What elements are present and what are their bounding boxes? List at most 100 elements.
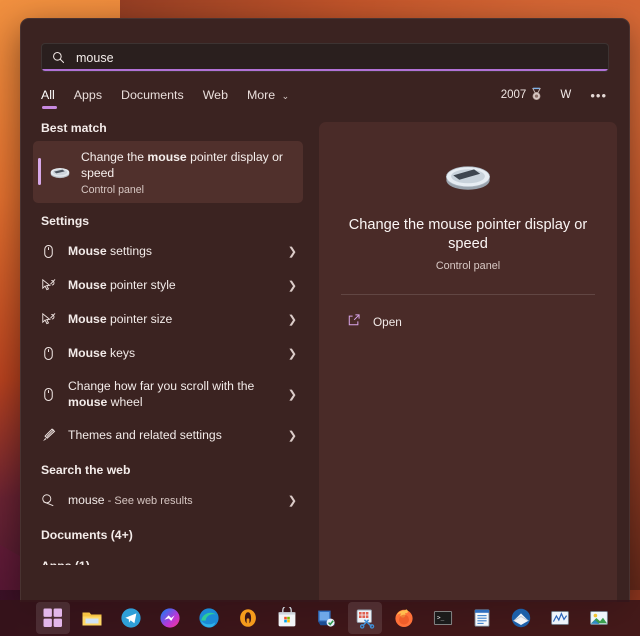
photos-icon: [588, 607, 610, 629]
result-label-rest: pointer style: [107, 278, 176, 292]
result-mouse-keys[interactable]: Mouse keys ❯: [21, 336, 311, 370]
result-mouse-wheel-scroll[interactable]: Change how far you scroll with the mouse…: [21, 370, 311, 418]
open-external-icon: [347, 313, 361, 330]
result-label-bold: Mouse: [68, 312, 107, 326]
chevron-down-icon: ⌄: [282, 91, 290, 101]
tab-web[interactable]: Web: [203, 88, 228, 109]
tab-more[interactable]: More ⌄: [247, 88, 289, 109]
documents-heading: Documents (4+): [21, 517, 311, 548]
best-match-subtitle: Control panel: [81, 184, 286, 196]
opera-gx-button[interactable]: [231, 602, 265, 634]
mail-icon: [510, 607, 532, 629]
remote-desktop-button[interactable]: [309, 602, 343, 634]
firefox-icon: [393, 607, 415, 629]
search-focus-underline: [42, 69, 608, 71]
terminal-button[interactable]: >_: [426, 602, 460, 634]
messenger-button[interactable]: [153, 602, 187, 634]
chevron-right-icon: ❯: [288, 245, 297, 258]
chevron-right-icon: ❯: [288, 279, 297, 292]
result-label: Mouse pointer style: [65, 277, 288, 293]
account-avatar[interactable]: W: [556, 86, 575, 105]
tab-apps[interactable]: Apps: [74, 88, 102, 109]
preview-subtitle: Control panel: [339, 260, 597, 272]
results-column: Best match Change the mouse pointer disp…: [21, 110, 311, 602]
firefox-button[interactable]: [387, 602, 421, 634]
avatar-initial: W: [560, 89, 571, 101]
preview-title: Change the mouse pointer display or spee…: [339, 216, 597, 254]
brush-icon: [41, 428, 65, 443]
search-box[interactable]: [41, 43, 609, 72]
search-the-web-heading: Search the web: [21, 452, 311, 483]
tab-more-label: More: [247, 88, 275, 102]
search-results-body: Best match Change the mouse pointer disp…: [21, 110, 629, 602]
tab-web-label: Web: [203, 88, 228, 102]
rewards-points-value: 2007: [501, 89, 527, 101]
result-label: Mouse settings: [65, 243, 288, 259]
best-match-heading: Best match: [21, 110, 311, 141]
mouse-device-icon: [339, 144, 597, 206]
chevron-right-icon: ❯: [288, 347, 297, 360]
taskbar: >_: [0, 600, 640, 636]
result-mouse-pointer-style[interactable]: Mouse pointer style ❯: [21, 268, 311, 302]
preview-divider: [341, 294, 595, 295]
file-explorer-button[interactable]: [75, 602, 109, 634]
chevron-right-icon: ❯: [288, 313, 297, 326]
mouse-device-icon: [47, 164, 73, 180]
tab-documents-label: Documents: [121, 88, 184, 102]
result-label-bold: Mouse: [68, 346, 107, 360]
result-mouse-settings[interactable]: Mouse settings ❯: [21, 234, 311, 268]
more-options-button[interactable]: •••: [588, 88, 609, 103]
cursor-pointer-icon: [41, 312, 65, 327]
result-label: Mouse keys: [65, 345, 288, 361]
result-label-rest: settings: [107, 244, 152, 258]
chevron-right-icon: ❯: [288, 494, 297, 507]
telegram-button[interactable]: [114, 602, 148, 634]
opera-icon: [237, 607, 259, 629]
result-label: Change how far you scroll with the mouse…: [65, 378, 288, 410]
result-themes-and-related-settings[interactable]: Themes and related settings ❯: [21, 418, 311, 452]
preview-pane: Change the mouse pointer display or spee…: [319, 122, 617, 602]
microsoft-store-button[interactable]: [270, 602, 304, 634]
cursor-pointer-icon: [41, 278, 65, 293]
selection-accent-bar: [38, 158, 41, 185]
best-match-title-bold: mouse: [147, 150, 186, 164]
result-label-rest: wheel: [107, 395, 142, 409]
result-label: Themes and related settings: [65, 427, 288, 443]
open-button[interactable]: Open: [339, 307, 597, 336]
store-icon: [276, 607, 298, 629]
mouse-outline-icon: [41, 387, 65, 402]
tab-documents[interactable]: Documents: [121, 88, 184, 109]
search-input[interactable]: [76, 51, 598, 65]
telegram-icon: [120, 607, 142, 629]
result-label: mouse - See web results: [65, 492, 288, 509]
start-button[interactable]: [36, 602, 70, 634]
chevron-right-icon: ❯: [288, 429, 297, 442]
chart-monitor-icon: [549, 607, 571, 629]
tab-all[interactable]: All: [41, 88, 55, 109]
messenger-icon: [159, 607, 181, 629]
best-match-title-prefix: Change the: [81, 150, 147, 164]
result-mouse-pointer-size[interactable]: Mouse pointer size ❯: [21, 302, 311, 336]
photos-button[interactable]: [582, 602, 616, 634]
windows-search-panel: All Apps Documents Web More ⌄ 2007: [20, 18, 630, 602]
result-web-search[interactable]: mouse - See web results ❯: [21, 483, 311, 517]
best-match-result[interactable]: Change the mouse pointer display or spee…: [33, 141, 303, 203]
search-filter-tabs: All Apps Documents Web More ⌄ 2007: [21, 72, 629, 110]
edge-icon: [198, 607, 220, 629]
snipping-tool-button[interactable]: [348, 602, 382, 634]
result-label: Mouse pointer size: [65, 311, 288, 327]
remote-desktop-icon: [315, 607, 337, 629]
search-header-actions: 2007 W •••: [501, 86, 609, 111]
microsoft-edge-button[interactable]: [192, 602, 226, 634]
performance-monitor-button[interactable]: [543, 602, 577, 634]
rewards-points[interactable]: 2007: [501, 87, 544, 104]
result-label-rest: pointer size: [107, 312, 173, 326]
tab-apps-label: Apps: [74, 88, 102, 102]
open-button-label: Open: [373, 315, 402, 329]
tab-all-label: All: [41, 88, 55, 102]
notepad-button[interactable]: [465, 602, 499, 634]
terminal-icon: >_: [432, 607, 454, 629]
search-icon: [52, 51, 65, 64]
best-match-title: Change the mouse pointer display or spee…: [81, 149, 286, 181]
mail-button[interactable]: [504, 602, 538, 634]
